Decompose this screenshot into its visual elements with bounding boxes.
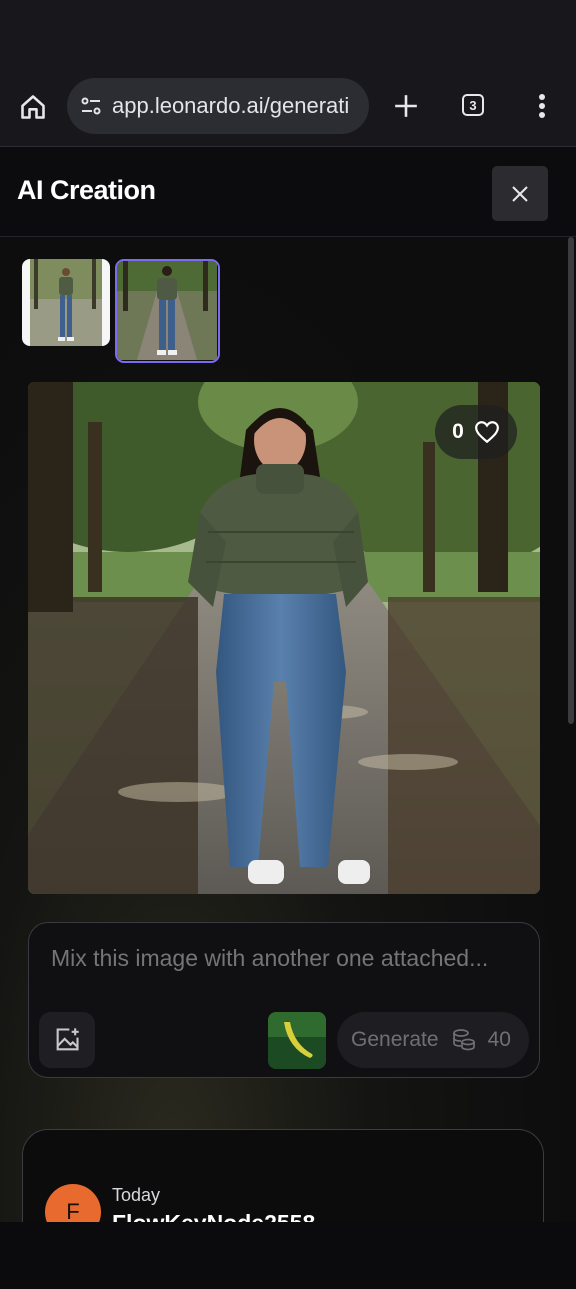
home-button[interactable] xyxy=(14,88,52,126)
scrollbar[interactable] xyxy=(568,237,574,724)
banana-icon xyxy=(268,1012,326,1069)
tab-count: 3 xyxy=(469,97,477,113)
new-tab-button[interactable] xyxy=(388,88,424,124)
browser-menu-button[interactable] xyxy=(528,88,556,124)
close-button[interactable] xyxy=(492,166,548,221)
heart-icon xyxy=(474,421,499,444)
model-selector-thumbnail[interactable] xyxy=(268,1012,326,1069)
avatar[interactable]: F xyxy=(45,1184,101,1222)
thumbnail-1[interactable] xyxy=(22,259,110,346)
home-icon xyxy=(21,95,45,119)
coins-icon xyxy=(452,1029,475,1051)
prompt-input[interactable] xyxy=(51,945,521,972)
thumbnail-image xyxy=(30,259,102,346)
url-text: app.leonardo.ai/generati xyxy=(112,93,350,118)
prompt-box: Generate 40 xyxy=(28,922,540,1078)
close-icon xyxy=(512,185,528,202)
site-settings-icon[interactable] xyxy=(79,94,103,118)
generate-label: Generate xyxy=(351,1028,439,1051)
modal-header: AI Creation xyxy=(0,147,576,237)
add-image-button[interactable] xyxy=(39,1012,95,1068)
modal-title: AI Creation xyxy=(17,175,156,205)
creator-card: F Today FlowKeyNode2558 xyxy=(22,1129,544,1222)
like-button[interactable]: 0 xyxy=(435,405,517,459)
modal-content: 0 Generate 40 F Today FlowKeyNode2558 xyxy=(0,237,576,1222)
thumbnail-2[interactable] xyxy=(115,259,220,363)
creation-date: Today xyxy=(112,1185,161,1205)
plus-icon xyxy=(395,95,417,117)
tabs-button[interactable]: 3 xyxy=(462,94,484,116)
generate-cost: 40 xyxy=(487,1028,511,1051)
thumbnail-image xyxy=(117,261,217,360)
address-bar[interactable]: app.leonardo.ai/generati xyxy=(67,78,369,134)
generate-button[interactable]: Generate 40 xyxy=(337,1012,529,1068)
browser-toolbar: app.leonardo.ai/generati 3 xyxy=(0,66,576,147)
avatar-letter: F xyxy=(66,1199,80,1222)
creator-username[interactable]: FlowKeyNode2558 xyxy=(112,1210,315,1222)
status-bar xyxy=(0,0,576,66)
image-add-icon xyxy=(56,1028,79,1051)
like-count: 0 xyxy=(452,420,464,443)
more-vert-icon xyxy=(539,94,545,118)
